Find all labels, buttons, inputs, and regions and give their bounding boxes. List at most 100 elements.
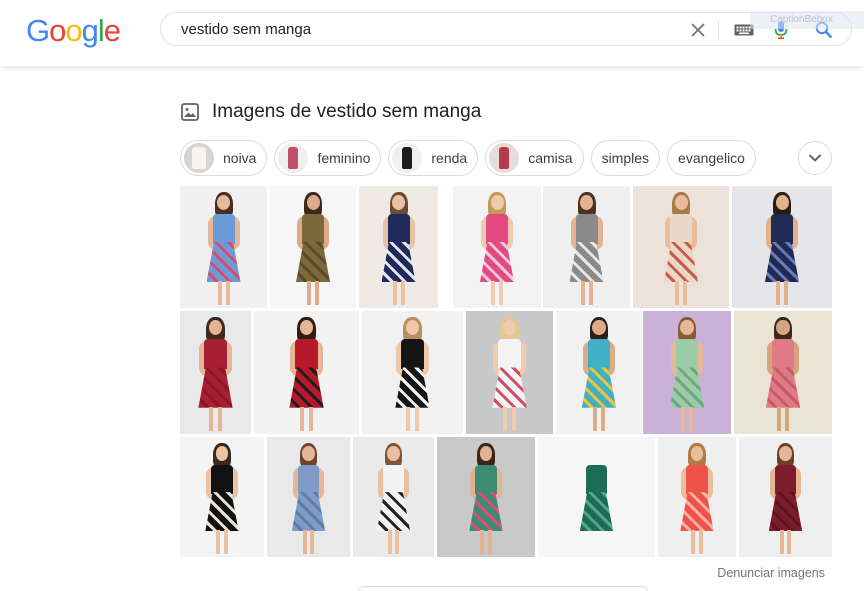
model-head <box>479 445 493 461</box>
chip-label: renda <box>431 150 468 166</box>
model-head <box>674 195 688 210</box>
chip-renda[interactable]: renda <box>388 140 479 176</box>
model-leg <box>503 406 508 431</box>
model-head <box>302 445 315 461</box>
search-input[interactable]: vestido sem manga <box>181 21 311 38</box>
image-result[interactable] <box>353 437 434 557</box>
image-result[interactable] <box>267 437 350 557</box>
view-all-button[interactable] <box>358 586 648 591</box>
search-divider <box>718 20 719 40</box>
model-leg <box>776 281 780 305</box>
google-logo[interactable]: Google <box>26 13 121 49</box>
model-leg <box>414 406 419 431</box>
image-result[interactable] <box>453 186 541 308</box>
model-leg <box>787 530 792 555</box>
model-leg <box>392 281 397 305</box>
expand-chips-button[interactable] <box>798 141 832 175</box>
model-leg <box>300 406 305 431</box>
image-result[interactable] <box>180 437 264 557</box>
image-icon <box>181 103 199 121</box>
model-leg <box>395 530 400 555</box>
image-result[interactable] <box>270 186 356 308</box>
dress-bodice <box>211 464 233 495</box>
model-head <box>690 445 704 461</box>
model-leg <box>223 530 228 555</box>
model-leg <box>225 281 230 305</box>
model-leg <box>588 281 593 305</box>
image-result[interactable] <box>658 437 736 557</box>
model-head <box>490 195 504 210</box>
model-leg <box>580 281 585 305</box>
image-result[interactable] <box>180 186 267 308</box>
model-leg <box>487 530 492 555</box>
model-leg <box>784 281 788 305</box>
image-result[interactable] <box>543 186 630 308</box>
image-result[interactable] <box>538 437 655 557</box>
logo-letter: o <box>65 13 82 48</box>
report-images-link[interactable]: Denunciar imagens <box>717 566 825 580</box>
model-leg <box>691 530 696 555</box>
dress-bodice <box>774 464 797 495</box>
image-result[interactable] <box>633 186 729 308</box>
model-leg <box>315 281 319 305</box>
chip-label: camisa <box>528 150 573 166</box>
image-result[interactable] <box>556 311 642 434</box>
logo-letter: g <box>81 13 99 48</box>
model-leg <box>406 406 411 431</box>
model-leg <box>217 406 222 431</box>
chip-evangelico[interactable]: evangelico <box>667 140 756 176</box>
model-head <box>306 195 320 210</box>
dress-bodice <box>675 339 699 370</box>
dress-bodice <box>295 339 318 370</box>
image-result[interactable] <box>732 186 832 308</box>
dress-bodice <box>575 214 598 244</box>
dress-bodice <box>771 339 795 370</box>
dress-bodice <box>587 339 611 370</box>
model-head <box>592 320 606 336</box>
dress-bodice <box>387 214 410 244</box>
model-head <box>775 195 789 210</box>
dress-bodice <box>204 339 227 370</box>
image-result[interactable] <box>254 311 359 434</box>
chip-noiva[interactable]: noiva <box>180 140 268 176</box>
clear-search-button[interactable] <box>685 17 711 43</box>
images-section-title[interactable]: Imagens de vestido sem manga <box>180 99 481 125</box>
top-bar: Google vestido sem manga CaptionBebox <box>0 0 864 66</box>
dress-bodice <box>302 214 324 244</box>
image-result[interactable] <box>437 437 535 557</box>
chip-simples[interactable]: simples <box>590 140 661 176</box>
dress-bodice <box>498 339 521 370</box>
search-box[interactable]: vestido sem manga <box>160 12 852 46</box>
image-result[interactable] <box>359 186 438 308</box>
image-result[interactable] <box>180 311 251 434</box>
model-leg <box>217 281 222 305</box>
dress-bodice <box>475 464 497 495</box>
chip-camisa[interactable]: camisa <box>485 140 584 176</box>
dress-bodice <box>212 214 235 244</box>
model-head <box>217 195 230 210</box>
model-leg <box>400 281 405 305</box>
image-result[interactable] <box>362 311 463 434</box>
image-result[interactable] <box>739 437 832 557</box>
chip-feminino[interactable]: feminino <box>274 140 382 176</box>
model-leg <box>209 406 214 431</box>
model-head <box>779 445 792 461</box>
model-leg <box>683 281 687 305</box>
model-leg <box>387 530 392 555</box>
model-leg <box>511 406 516 431</box>
model-leg <box>308 406 313 431</box>
model-leg <box>491 281 495 305</box>
model-leg <box>601 406 606 431</box>
dress-bodice <box>382 464 405 495</box>
model-head <box>680 320 694 336</box>
dress-bodice <box>486 214 508 244</box>
model-leg <box>785 406 790 431</box>
image-result[interactable] <box>466 311 553 434</box>
image-result[interactable] <box>734 311 832 434</box>
model-leg <box>689 406 694 431</box>
logo-letter: e <box>103 13 121 48</box>
image-result[interactable] <box>643 311 731 434</box>
model-leg <box>480 530 485 555</box>
dress-bodice <box>585 464 608 495</box>
logo-letter: o <box>49 13 66 48</box>
